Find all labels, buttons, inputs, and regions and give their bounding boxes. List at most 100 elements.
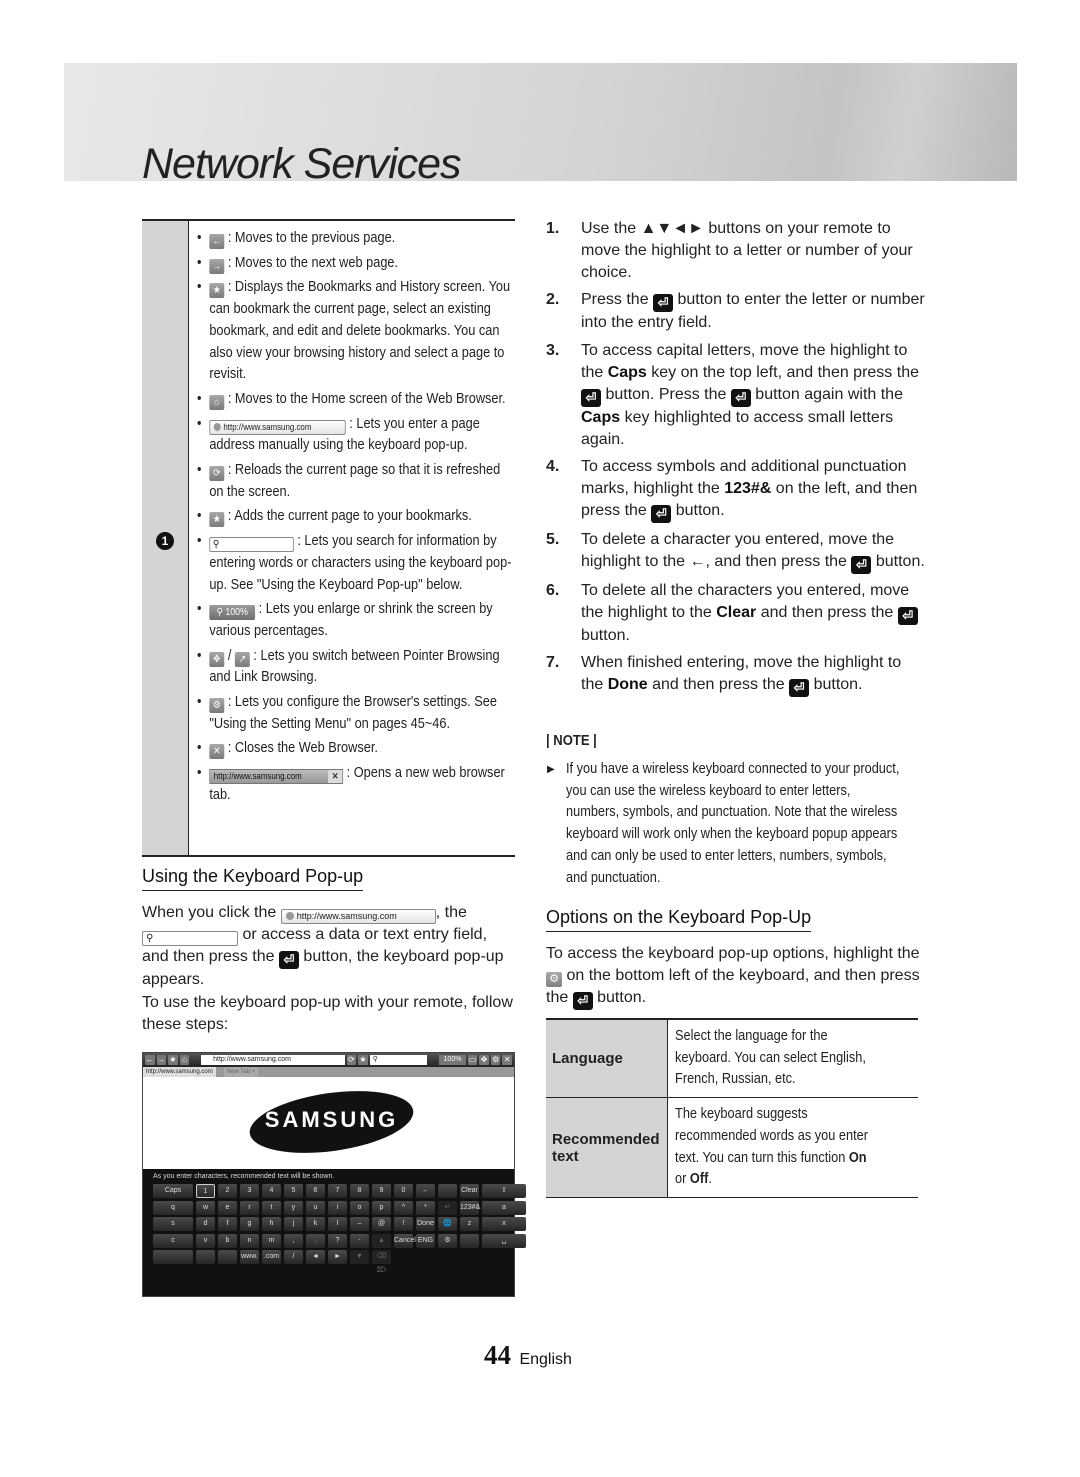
list-item: http://www.samsung.com : Lets you enter … (197, 414, 514, 457)
keyboard-grid: Caps 1 2 3 4 5 6 7 8 9 0 ← Clear ⇧ q w e r t y u i o p ^ * ↵ 123#& a… (153, 1184, 526, 1274)
keyboard-key: Caps (153, 1184, 193, 1198)
keyboard-steps-intro: To use the keyboard pop-up with your rem… (142, 994, 513, 1033)
text: The keyboard suggests recommended words … (675, 1106, 868, 1166)
text: When you click the (142, 904, 281, 921)
step-text: and then press the (756, 603, 898, 621)
keyboard-hint: As you enter characters, recommended tex… (153, 1173, 335, 1180)
note-bullet-icon: ▶ (547, 764, 555, 775)
keyboard-key: j (284, 1217, 303, 1231)
step-text: Press the (581, 291, 654, 309)
new-tab-icon: http://www.samsung.com ✕ (209, 769, 344, 785)
keyboard-key: ␣ (482, 1233, 526, 1248)
keyboard-key: .com (262, 1250, 281, 1264)
keyboard-key: c (153, 1233, 193, 1248)
step-number: 4. (546, 458, 560, 476)
url-field-icon: http://www.samsung.com (209, 419, 346, 435)
keyboard-key: e (218, 1200, 237, 1215)
keyboard-key: * (416, 1200, 435, 1215)
keyboard-key: y (284, 1200, 303, 1215)
keyboard-key: 123#& (460, 1200, 480, 1215)
option-description: Select the language for the keyboard. Yo… (675, 1028, 866, 1088)
zoom-badge-icon: ⚲ 100% (209, 605, 256, 621)
keyboard-key: Cancel (394, 1233, 416, 1248)
add-bookmark-icon: ★ (209, 512, 225, 528)
step-text: button. (871, 552, 925, 570)
link-browsing-icon: ▭ (467, 1055, 478, 1065)
text: or (675, 1171, 690, 1188)
keyboard-key: Done (416, 1217, 435, 1231)
keyboard-key: 0 (394, 1184, 413, 1198)
page-footer: 44 English (484, 1340, 572, 1371)
step-number: 1. (546, 220, 560, 237)
table-row: Language Select the language for the key… (546, 1020, 918, 1099)
keyboard-popup: As you enter characters, recommended tex… (143, 1169, 526, 1274)
enter-button-icon: ⏎ (897, 606, 918, 625)
steps-list: 1. Use the ▲▼◄► buttons on your remote to… (546, 218, 926, 703)
settings-icon: ⚙ (490, 1055, 501, 1065)
keyboard-key: p (372, 1200, 391, 1215)
home-icon: ⌂ (179, 1055, 190, 1065)
step-number: 6. (546, 581, 560, 599)
keyboard-key: 9 (372, 1184, 391, 1198)
list-item: ✥ / ↗ : Lets you switch between Pointer … (197, 646, 514, 689)
keyboard-key (196, 1250, 215, 1264)
url-field-sample: http://www.samsung.com (280, 909, 436, 924)
keyboard-key: 5 (284, 1184, 303, 1198)
keyboard-key: 🌐 (438, 1217, 457, 1231)
item-description: : Moves to the Home screen of the Web Br… (224, 390, 506, 407)
page-title: Network Services (142, 140, 462, 188)
keyboard-key: ⚙ (438, 1233, 457, 1248)
back-icon: ← (145, 1055, 155, 1065)
keyboard-key: - (350, 1233, 369, 1248)
reload-icon: ⟳ (209, 466, 225, 482)
list-item: http://www.samsung.com✕ : Opens a new we… (197, 763, 514, 806)
keyboard-key: ⇧ (482, 1184, 526, 1198)
browser-tab: http://www.samsung.com (143, 1067, 216, 1077)
enter-button-icon: ⏎ (651, 504, 672, 523)
search-field-icon: ⚲ (209, 537, 294, 553)
step-item: 7. When finished entering, move the highl… (546, 652, 926, 698)
item-description: : Moves to the next web page. (224, 254, 399, 271)
step-number: 2. (546, 291, 560, 309)
url-text: http://www.samsung.com (223, 421, 312, 432)
options-intro-paragraph: To access the keyboard pop-up options, h… (546, 943, 924, 1010)
keyboard-key: 6 (306, 1184, 325, 1198)
keyboard-key: a (482, 1200, 526, 1215)
on-label: On (848, 1149, 867, 1166)
step-text: Use the ▲▼◄► buttons on your remote to m… (581, 220, 913, 281)
keyboard-key: – (350, 1217, 369, 1231)
keyboard-key: 1 (196, 1184, 215, 1198)
search-field-sample: ⚲ (142, 931, 238, 946)
keyboard-key: 3 (240, 1184, 259, 1198)
keyboard-key: ⌫ ⌦ (372, 1250, 391, 1274)
keyboard-key: ↵ (438, 1200, 457, 1215)
step-text: and then press the (647, 676, 790, 694)
keyboard-key (218, 1250, 237, 1264)
keyboard-key: ▼ (350, 1250, 369, 1264)
off-label: Off (689, 1171, 709, 1188)
note-text: If you have a wireless keyboard connecte… (566, 761, 900, 886)
keyboard-key: v (196, 1233, 215, 1248)
step-item: 5. To delete a character you entered, mov… (546, 529, 926, 574)
step-number: 3. (546, 342, 560, 360)
keyboard-key: m (262, 1233, 281, 1248)
keyboard-key: l (328, 1217, 347, 1231)
link-browsing-icon: ↗ (234, 651, 250, 667)
enter-button-icon: ⏎ (572, 992, 593, 1010)
bookmarks-icon: ★ (168, 1055, 178, 1065)
add-bookmark-icon: ★ (358, 1055, 368, 1065)
step-item: 4. To access symbols and additional punct… (546, 456, 926, 523)
reload-icon: ⟳ (346, 1055, 357, 1065)
list-item: ★ : Displays the Bookmarks and History s… (197, 277, 514, 386)
bookmarks-star-icon: ★ (209, 283, 225, 299)
close-icon: ✕ (502, 1055, 512, 1065)
keyboard-key: n (240, 1233, 259, 1248)
back-arrow-icon: ← (209, 234, 225, 249)
keyboard-key: @ (372, 1217, 391, 1231)
enter-button-icon: ⏎ (278, 951, 299, 969)
keyboard-key: o (350, 1200, 369, 1215)
keyboard-key: ▲ (372, 1233, 391, 1248)
text: . (708, 1171, 712, 1188)
step-text: To delete a character you entered, move … (581, 530, 895, 570)
samsung-logo-text: SAMSUNG (264, 1107, 399, 1132)
